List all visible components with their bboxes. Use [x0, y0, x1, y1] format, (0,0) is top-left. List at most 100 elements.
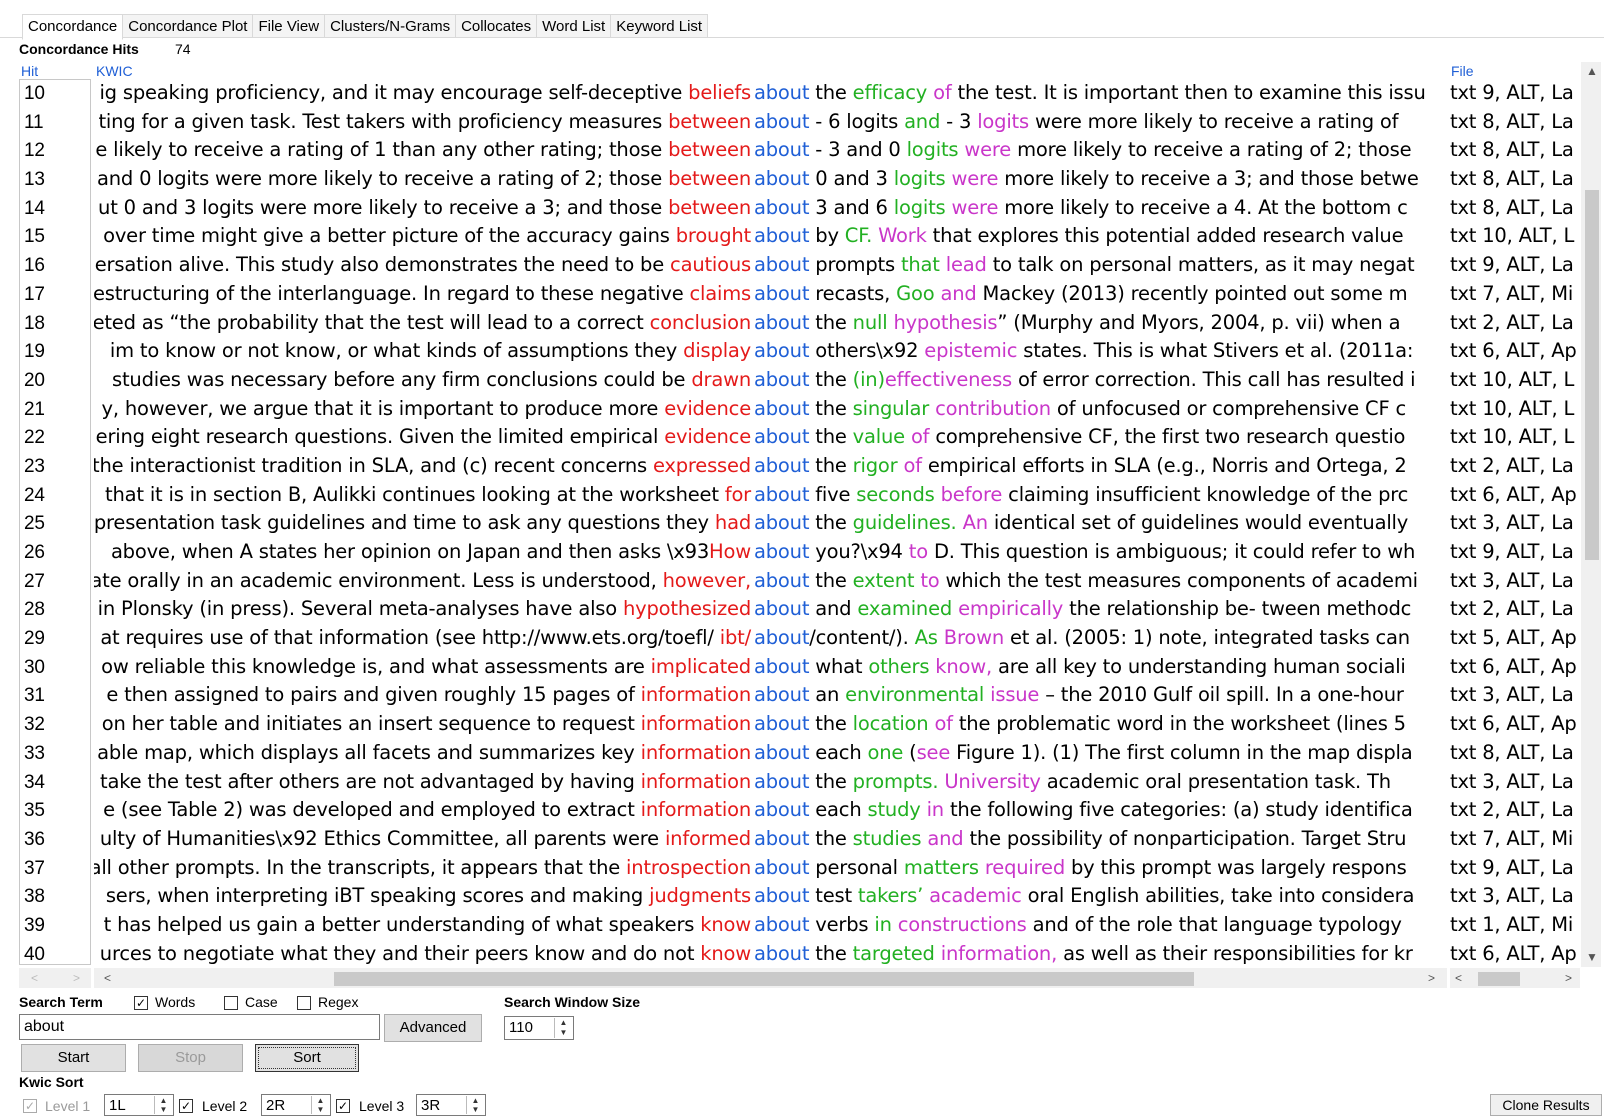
- level2-checkbox[interactable]: ✓: [179, 1099, 193, 1113]
- stop-button[interactable]: Stop: [138, 1044, 243, 1072]
- kwic-results-list[interactable]: ig speaking proficiency, and it may enco…: [94, 79, 1447, 965]
- hit-number[interactable]: 37: [20, 855, 90, 884]
- kwic-row[interactable]: studies was necessary before any firm co…: [94, 366, 1447, 395]
- kwic-row[interactable]: eted as “the probability that the test w…: [94, 309, 1447, 338]
- scroll-up-icon[interactable]: ▲: [1586, 64, 1598, 78]
- file-name[interactable]: txt 3, ALT, La: [1450, 509, 1580, 538]
- kwic-row[interactable]: t has helped us gain a better understand…: [94, 911, 1447, 940]
- file-name[interactable]: txt 10, ALT, L: [1450, 222, 1580, 251]
- file-name[interactable]: txt 6, ALT, Ap: [1450, 940, 1580, 965]
- kwic-row[interactable]: e (see Table 2) was developed and employ…: [94, 796, 1447, 825]
- scroll-left-icon[interactable]: <: [1455, 971, 1462, 985]
- hit-number[interactable]: 38: [20, 883, 90, 912]
- file-name[interactable]: txt 8, ALT, La: [1450, 194, 1580, 223]
- file-name[interactable]: txt 8, ALT, La: [1450, 136, 1580, 165]
- file-name[interactable]: txt 3, ALT, La: [1450, 567, 1580, 596]
- keyword-hit[interactable]: about: [754, 913, 809, 936]
- level1-checkbox[interactable]: ✓: [23, 1099, 37, 1113]
- kwic-horizontal-scroll-thumb[interactable]: [334, 972, 1194, 986]
- keyword-hit[interactable]: about: [754, 798, 809, 821]
- vertical-scrollbar[interactable]: ▲ ▼: [1581, 62, 1601, 967]
- start-button[interactable]: Start: [21, 1044, 126, 1072]
- kwic-row[interactable]: in Plonsky (in press). Several meta-anal…: [94, 595, 1447, 624]
- kwic-row[interactable]: e likely to receive a rating of 1 than a…: [94, 136, 1447, 165]
- tab-concordance-plot[interactable]: Concordance Plot: [123, 14, 254, 38]
- kwic-row[interactable]: ow reliable this knowledge is, and what …: [94, 653, 1447, 682]
- level3-spinner[interactable]: 3R ▲ ▼: [416, 1094, 486, 1116]
- level3-checkbox[interactable]: ✓: [336, 1099, 350, 1113]
- kwic-row[interactable]: ulty of Humanities\x92 Ethics Committee,…: [94, 825, 1447, 854]
- kwic-row[interactable]: ting for a given task. Test takers with …: [94, 108, 1447, 137]
- kwic-row[interactable]: ut 0 and 3 logits were more likely to re…: [94, 194, 1447, 223]
- hit-number[interactable]: 23: [20, 453, 90, 482]
- spinner-arrows-icon[interactable]: ▲ ▼: [466, 1096, 484, 1114]
- hit-number[interactable]: 13: [20, 166, 90, 195]
- hit-number[interactable]: 11: [20, 109, 90, 138]
- file-name[interactable]: txt 6, ALT, Ap: [1450, 481, 1580, 510]
- keyword-hit[interactable]: about: [754, 540, 809, 563]
- hit-number[interactable]: 29: [20, 625, 90, 654]
- keyword-hit[interactable]: about: [754, 110, 809, 133]
- keyword-hit[interactable]: about: [754, 569, 809, 592]
- keyword-hit[interactable]: about: [754, 282, 809, 305]
- keyword-hit[interactable]: about: [754, 655, 809, 678]
- keyword-hit[interactable]: about: [754, 224, 809, 247]
- file-name[interactable]: txt 1, ALT, Mi: [1450, 911, 1580, 940]
- file-name[interactable]: txt 7, ALT, Mi: [1450, 280, 1580, 309]
- keyword-hit[interactable]: about: [754, 368, 809, 391]
- file-name[interactable]: txt 8, ALT, La: [1450, 739, 1580, 768]
- file-name[interactable]: txt 10, ALT, L: [1450, 423, 1580, 452]
- file-name[interactable]: txt 10, ALT, L: [1450, 366, 1580, 395]
- kwic-row[interactable]: sers, when interpreting iBT speaking sco…: [94, 882, 1447, 911]
- hit-number[interactable]: 40: [20, 941, 90, 964]
- file-name[interactable]: txt 9, ALT, La: [1450, 251, 1580, 280]
- keyword-hit[interactable]: about: [754, 311, 809, 334]
- file-name[interactable]: txt 9, ALT, La: [1450, 538, 1580, 567]
- file-name[interactable]: txt 9, ALT, La: [1450, 854, 1580, 883]
- clone-results-button[interactable]: Clone Results: [1490, 1094, 1602, 1116]
- hit-number[interactable]: 10: [20, 80, 90, 109]
- keyword-hit[interactable]: about: [754, 683, 809, 706]
- keyword-hit[interactable]: about: [754, 741, 809, 764]
- kwic-row[interactable]: y, however, we argue that it is importan…: [94, 395, 1447, 424]
- file-name[interactable]: txt 3, ALT, La: [1450, 768, 1580, 797]
- vertical-scroll-thumb[interactable]: [1585, 190, 1599, 560]
- hit-number[interactable]: 27: [20, 568, 90, 597]
- search-window-size-spinner[interactable]: 110 ▲ ▼: [504, 1016, 574, 1040]
- file-name[interactable]: txt 8, ALT, La: [1450, 108, 1580, 137]
- keyword-hit[interactable]: about: [754, 770, 809, 793]
- regex-checkbox[interactable]: [297, 996, 311, 1010]
- scroll-right-icon[interactable]: >: [1428, 971, 1435, 985]
- keyword-hit[interactable]: about: [754, 626, 809, 649]
- file-name[interactable]: txt 6, ALT, Ap: [1450, 653, 1580, 682]
- kwic-row[interactable]: on her table and initiates an insert seq…: [94, 710, 1447, 739]
- file-name[interactable]: txt 9, ALT, La: [1450, 79, 1580, 108]
- hit-number[interactable]: 25: [20, 510, 90, 539]
- scroll-right-icon[interactable]: >: [1565, 971, 1572, 985]
- keyword-hit[interactable]: about: [754, 942, 809, 965]
- tab-file-view[interactable]: File View: [253, 14, 326, 38]
- keyword-hit[interactable]: about: [754, 827, 809, 850]
- keyword-hit[interactable]: about: [754, 339, 809, 362]
- hit-number[interactable]: 12: [20, 137, 90, 166]
- keyword-hit[interactable]: about: [754, 397, 809, 420]
- file-name[interactable]: txt 6, ALT, Ap: [1450, 337, 1580, 366]
- file-name[interactable]: txt 3, ALT, La: [1450, 681, 1580, 710]
- hit-number[interactable]: 15: [20, 223, 90, 252]
- hit-number[interactable]: 39: [20, 912, 90, 941]
- hit-number[interactable]: 26: [20, 539, 90, 568]
- keyword-hit[interactable]: about: [754, 597, 809, 620]
- hit-number-list[interactable]: 10 11 12 13 14 15 16 17 18 19 20 21 22 23 24 25 26 27 28 29…: [19, 79, 91, 965]
- hit-column-header[interactable]: Hit: [21, 63, 38, 79]
- scroll-down-icon[interactable]: ▼: [1586, 950, 1598, 964]
- hit-number[interactable]: 17: [20, 281, 90, 310]
- tab-word-list[interactable]: Word List: [537, 14, 612, 38]
- kwic-row[interactable]: ig speaking proficiency, and it may enco…: [94, 79, 1447, 108]
- spinner-arrows-icon[interactable]: ▲ ▼: [554, 1018, 572, 1038]
- spinner-arrows-icon[interactable]: ▲ ▼: [311, 1096, 329, 1114]
- tab-concordance[interactable]: Concordance: [22, 14, 124, 40]
- tab-collocates[interactable]: Collocates: [456, 14, 538, 38]
- kwic-row[interactable]: the interactionist tradition in SLA, and…: [94, 452, 1447, 481]
- kwic-row[interactable]: above, when A states her opinion on Japa…: [94, 538, 1447, 567]
- hit-number[interactable]: 14: [20, 195, 90, 224]
